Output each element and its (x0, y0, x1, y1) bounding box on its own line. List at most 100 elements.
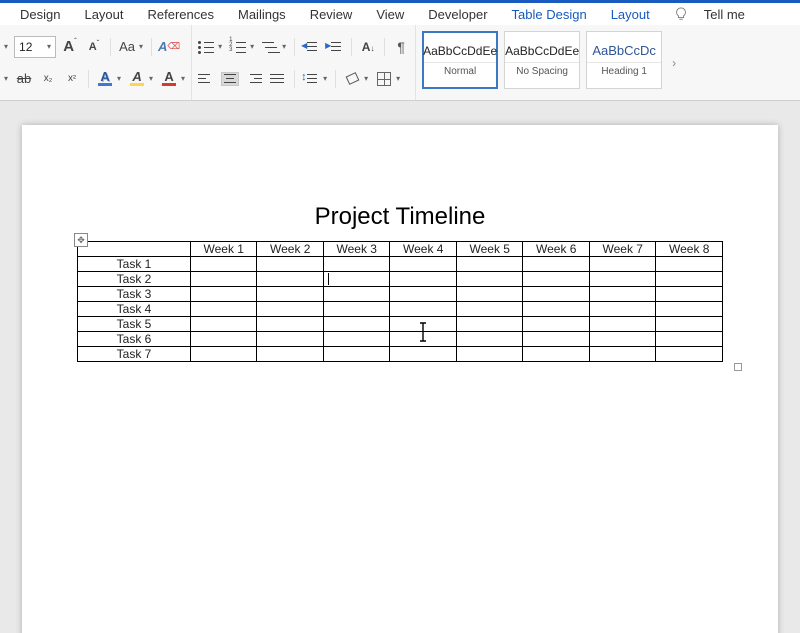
table-cell[interactable] (656, 287, 723, 302)
bullet-list-dropdown[interactable]: ▾ (218, 42, 222, 51)
table-cell[interactable] (257, 287, 324, 302)
style-no-spacing[interactable]: AaBbCcDdEe No Spacing (504, 31, 580, 89)
tab-review[interactable]: Review (298, 3, 365, 25)
change-case-button[interactable]: Aa (117, 37, 137, 57)
table-cell[interactable] (390, 287, 457, 302)
show-paragraph-marks-button[interactable]: ¶ (391, 37, 411, 57)
tab-table-design[interactable]: Table Design (500, 3, 599, 25)
shading-button[interactable] (342, 69, 362, 89)
column-header[interactable]: Week 6 (523, 242, 590, 257)
tab-layout[interactable]: Layout (72, 3, 135, 25)
shading-dropdown[interactable]: ▾ (364, 74, 368, 83)
table-cell[interactable] (390, 302, 457, 317)
table-cell[interactable] (390, 272, 457, 287)
tab-table-layout[interactable]: Layout (599, 3, 662, 25)
align-left-button[interactable] (196, 69, 216, 89)
borders-dropdown[interactable]: ▾ (396, 74, 400, 83)
font-family-dropdown[interactable]: ▾ (4, 42, 8, 51)
row-header[interactable]: Task 5 (78, 317, 191, 332)
multilevel-list-button[interactable] (260, 37, 280, 57)
table-cell[interactable] (257, 302, 324, 317)
sort-button[interactable]: A↓ (358, 37, 378, 57)
row-header[interactable]: Task 7 (78, 347, 191, 362)
column-header[interactable]: Week 2 (257, 242, 324, 257)
table-cell[interactable] (390, 332, 457, 347)
table-cell[interactable] (523, 317, 590, 332)
table-cell[interactable] (656, 347, 723, 362)
font-dropdown-2[interactable]: ▾ (4, 74, 8, 83)
table-cell[interactable] (190, 347, 257, 362)
table-cell[interactable] (656, 272, 723, 287)
tell-me-search[interactable]: Tell me (662, 3, 769, 25)
table-cell[interactable] (190, 257, 257, 272)
table-cell[interactable] (323, 317, 390, 332)
style-heading-1[interactable]: AaBbCcDc Heading 1 (586, 31, 662, 89)
numbered-list-dropdown[interactable]: ▾ (250, 42, 254, 51)
table-cell[interactable] (589, 347, 656, 362)
justify-button[interactable] (268, 69, 288, 89)
line-spacing-dropdown[interactable]: ▾ (323, 74, 327, 83)
bullet-list-button[interactable] (196, 37, 216, 57)
table-cell[interactable] (456, 302, 523, 317)
table-cell[interactable] (656, 332, 723, 347)
font-color-button[interactable]: A (159, 69, 179, 89)
clear-formatting-button[interactable]: A⌫ (158, 37, 180, 57)
table-cell[interactable] (190, 287, 257, 302)
row-header[interactable]: Task 2 (78, 272, 191, 287)
column-header[interactable]: Week 3 (323, 242, 390, 257)
shrink-font-button[interactable]: Aˇ (84, 37, 104, 57)
align-center-button[interactable] (220, 69, 240, 89)
document-page[interactable]: Project Timeline Week 1Week 2Week 3Week … (22, 125, 778, 633)
table-cell[interactable] (456, 272, 523, 287)
table-cell[interactable] (456, 257, 523, 272)
strikethrough-button[interactable]: ab (14, 69, 34, 89)
table-cell[interactable] (323, 347, 390, 362)
table-cell[interactable] (589, 287, 656, 302)
tab-mailings[interactable]: Mailings (226, 3, 298, 25)
table-cell[interactable] (257, 332, 324, 347)
table-cell[interactable] (656, 302, 723, 317)
table-cell[interactable] (323, 332, 390, 347)
text-effects-dropdown[interactable]: ▾ (117, 74, 121, 83)
style-normal[interactable]: AaBbCcDdEe Normal (422, 31, 498, 89)
table-resize-handle[interactable] (734, 363, 742, 371)
table-cell[interactable] (523, 272, 590, 287)
styles-more-button[interactable]: › (668, 31, 680, 94)
line-spacing-button[interactable] (301, 69, 321, 89)
row-header[interactable]: Task 6 (78, 332, 191, 347)
table-cell[interactable] (390, 257, 457, 272)
table-cell[interactable] (456, 287, 523, 302)
borders-button[interactable] (374, 69, 394, 89)
table-cell[interactable] (323, 302, 390, 317)
row-header[interactable]: Task 1 (78, 257, 191, 272)
column-header[interactable]: Week 5 (456, 242, 523, 257)
highlight-button[interactable]: A (127, 69, 147, 89)
project-timeline-table[interactable]: Week 1Week 2Week 3Week 4Week 5Week 6Week… (77, 241, 723, 362)
numbered-list-button[interactable] (228, 37, 248, 57)
table-cell[interactable] (257, 317, 324, 332)
table-cell[interactable] (190, 317, 257, 332)
tab-developer[interactable]: Developer (416, 3, 499, 25)
table-cell[interactable] (523, 287, 590, 302)
table-cell[interactable] (589, 257, 656, 272)
column-header[interactable]: Week 8 (656, 242, 723, 257)
subscript-button[interactable]: x (38, 69, 58, 89)
tab-references[interactable]: References (136, 3, 226, 25)
table-cell[interactable] (656, 317, 723, 332)
table-cell[interactable] (456, 347, 523, 362)
document-title[interactable]: Project Timeline (22, 203, 778, 231)
highlight-dropdown[interactable]: ▾ (149, 74, 153, 83)
column-header[interactable]: Week 7 (589, 242, 656, 257)
table-cell[interactable] (589, 272, 656, 287)
table-cell[interactable] (257, 272, 324, 287)
decrease-indent-button[interactable] (301, 37, 321, 57)
superscript-button[interactable]: x (62, 69, 82, 89)
table-cell[interactable] (190, 302, 257, 317)
table-move-handle[interactable] (74, 233, 88, 247)
table-cell[interactable] (190, 272, 257, 287)
table-cell[interactable] (523, 302, 590, 317)
column-header[interactable]: Week 4 (390, 242, 457, 257)
increase-indent-button[interactable] (325, 37, 345, 57)
table-cell[interactable] (589, 302, 656, 317)
tab-design[interactable]: Design (8, 3, 72, 25)
